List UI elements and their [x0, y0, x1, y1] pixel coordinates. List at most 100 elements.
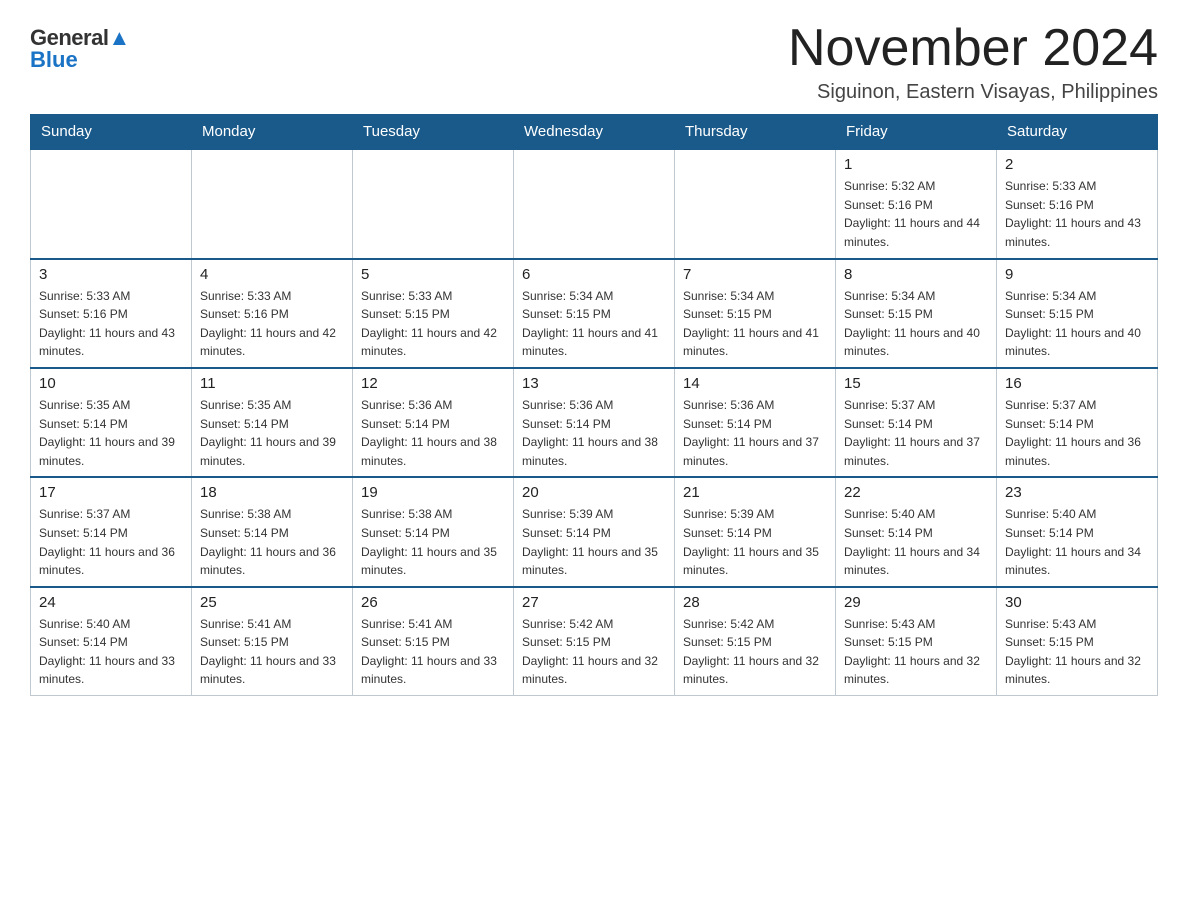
day-info: Sunrise: 5:37 AMSunset: 5:14 PMDaylight:…	[1005, 396, 1149, 470]
day-info: Sunrise: 5:38 AMSunset: 5:14 PMDaylight:…	[200, 505, 344, 579]
table-row: 15 Sunrise: 5:37 AMSunset: 5:14 PMDayligh…	[836, 368, 997, 477]
table-row: 2 Sunrise: 5:33 AMSunset: 5:16 PMDaylight…	[997, 149, 1158, 258]
table-row: 6 Sunrise: 5:34 AMSunset: 5:15 PMDaylight…	[514, 259, 675, 368]
day-number: 27	[522, 594, 666, 611]
col-friday: Friday	[836, 115, 997, 150]
day-number: 24	[39, 594, 183, 611]
table-row: 4 Sunrise: 5:33 AMSunset: 5:16 PMDaylight…	[192, 259, 353, 368]
logo-triangle-icon: ▲	[108, 25, 129, 50]
table-row: 18 Sunrise: 5:38 AMSunset: 5:14 PMDayligh…	[192, 477, 353, 586]
day-info: Sunrise: 5:39 AMSunset: 5:14 PMDaylight:…	[683, 505, 827, 579]
table-row: 28 Sunrise: 5:42 AMSunset: 5:15 PMDayligh…	[675, 587, 836, 696]
day-number: 12	[361, 375, 505, 392]
location-subtitle: Siguinon, Eastern Visayas, Philippines	[788, 81, 1158, 104]
table-row: 17Sunrise: 5:37 AMSunset: 5:14 PMDayligh…	[31, 477, 192, 586]
day-number: 21	[683, 484, 827, 501]
day-number: 8	[844, 266, 988, 283]
table-row: 24 Sunrise: 5:40 AMSunset: 5:14 PMDayligh…	[31, 587, 192, 696]
day-number: 11	[200, 375, 344, 392]
col-wednesday: Wednesday	[514, 115, 675, 150]
day-info: Sunrise: 5:34 AMSunset: 5:15 PMDaylight:…	[1005, 287, 1149, 361]
table-row: 5Sunrise: 5:33 AMSunset: 5:15 PMDaylight…	[353, 259, 514, 368]
day-number: 2	[1005, 156, 1149, 173]
day-info: Sunrise: 5:43 AMSunset: 5:15 PMDaylight:…	[844, 615, 988, 689]
day-number: 19	[361, 484, 505, 501]
day-number: 28	[683, 594, 827, 611]
day-info: Sunrise: 5:40 AMSunset: 5:14 PMDaylight:…	[844, 505, 988, 579]
page-header: General▲ Blue November 2024 Siguinon, Ea…	[30, 20, 1158, 104]
table-row: 13 Sunrise: 5:36 AMSunset: 5:14 PMDayligh…	[514, 368, 675, 477]
table-row: 27 Sunrise: 5:42 AMSunset: 5:15 PMDayligh…	[514, 587, 675, 696]
table-row: 12 Sunrise: 5:36 AMSunset: 5:14 PMDayligh…	[353, 368, 514, 477]
day-info: Sunrise: 5:42 AMSunset: 5:15 PMDaylight:…	[683, 615, 827, 689]
day-number: 23	[1005, 484, 1149, 501]
day-number: 30	[1005, 594, 1149, 611]
table-row	[675, 149, 836, 258]
day-info: Sunrise: 5:43 AMSunset: 5:15 PMDaylight:…	[1005, 615, 1149, 689]
logo: General▲ Blue	[30, 20, 130, 73]
day-info: Sunrise: 5:33 AMSunset: 5:16 PMDaylight:…	[200, 287, 344, 361]
calendar-table: Sunday Monday Tuesday Wednesday Thursday…	[30, 114, 1158, 696]
day-number: 7	[683, 266, 827, 283]
day-info: Sunrise: 5:38 AMSunset: 5:14 PMDaylight:…	[361, 505, 505, 579]
day-info: Sunrise: 5:36 AMSunset: 5:14 PMDaylight:…	[361, 396, 505, 470]
table-row: 25Sunrise: 5:41 AMSunset: 5:15 PMDayligh…	[192, 587, 353, 696]
day-info: Sunrise: 5:41 AMSunset: 5:15 PMDaylight:…	[200, 615, 344, 689]
table-row: 1Sunrise: 5:32 AMSunset: 5:16 PMDaylight…	[836, 149, 997, 258]
table-row: 8Sunrise: 5:34 AMSunset: 5:15 PMDaylight…	[836, 259, 997, 368]
calendar-week-5: 24 Sunrise: 5:40 AMSunset: 5:14 PMDayligh…	[31, 587, 1158, 696]
table-row: 14Sunrise: 5:36 AMSunset: 5:14 PMDayligh…	[675, 368, 836, 477]
table-row: 9Sunrise: 5:34 AMSunset: 5:15 PMDaylight…	[997, 259, 1158, 368]
col-thursday: Thursday	[675, 115, 836, 150]
calendar-week-1: 1Sunrise: 5:32 AMSunset: 5:16 PMDaylight…	[31, 149, 1158, 258]
day-number: 16	[1005, 375, 1149, 392]
day-info: Sunrise: 5:33 AMSunset: 5:15 PMDaylight:…	[361, 287, 505, 361]
table-row	[192, 149, 353, 258]
calendar-week-4: 17Sunrise: 5:37 AMSunset: 5:14 PMDayligh…	[31, 477, 1158, 586]
day-number: 10	[39, 375, 183, 392]
day-info: Sunrise: 5:37 AMSunset: 5:14 PMDaylight:…	[844, 396, 988, 470]
title-section: November 2024 Siguinon, Eastern Visayas,…	[788, 20, 1158, 104]
day-number: 15	[844, 375, 988, 392]
table-row: 22 Sunrise: 5:40 AMSunset: 5:14 PMDayligh…	[836, 477, 997, 586]
day-info: Sunrise: 5:36 AMSunset: 5:14 PMDaylight:…	[522, 396, 666, 470]
logo-blue-text: Blue	[30, 47, 78, 73]
table-row: 16 Sunrise: 5:37 AMSunset: 5:14 PMDayligh…	[997, 368, 1158, 477]
col-saturday: Saturday	[997, 115, 1158, 150]
table-row: 23 Sunrise: 5:40 AMSunset: 5:14 PMDayligh…	[997, 477, 1158, 586]
day-number: 6	[522, 266, 666, 283]
table-row: 19 Sunrise: 5:38 AMSunset: 5:14 PMDayligh…	[353, 477, 514, 586]
day-number: 22	[844, 484, 988, 501]
col-sunday: Sunday	[31, 115, 192, 150]
table-row	[31, 149, 192, 258]
table-row: 11Sunrise: 5:35 AMSunset: 5:14 PMDayligh…	[192, 368, 353, 477]
day-number: 20	[522, 484, 666, 501]
table-row: 26Sunrise: 5:41 AMSunset: 5:15 PMDayligh…	[353, 587, 514, 696]
day-info: Sunrise: 5:40 AMSunset: 5:14 PMDaylight:…	[39, 615, 183, 689]
day-info: Sunrise: 5:34 AMSunset: 5:15 PMDaylight:…	[522, 287, 666, 361]
day-info: Sunrise: 5:34 AMSunset: 5:15 PMDaylight:…	[683, 287, 827, 361]
table-row: 10 Sunrise: 5:35 AMSunset: 5:14 PMDayligh…	[31, 368, 192, 477]
calendar-header-row: Sunday Monday Tuesday Wednesday Thursday…	[31, 115, 1158, 150]
day-number: 26	[361, 594, 505, 611]
table-row: 30 Sunrise: 5:43 AMSunset: 5:15 PMDayligh…	[997, 587, 1158, 696]
day-info: Sunrise: 5:33 AMSunset: 5:16 PMDaylight:…	[1005, 177, 1149, 251]
day-number: 3	[39, 266, 183, 283]
day-info: Sunrise: 5:42 AMSunset: 5:15 PMDaylight:…	[522, 615, 666, 689]
day-number: 13	[522, 375, 666, 392]
month-year-title: November 2024	[788, 20, 1158, 77]
table-row: 29 Sunrise: 5:43 AMSunset: 5:15 PMDayligh…	[836, 587, 997, 696]
day-number: 1	[844, 156, 988, 173]
day-info: Sunrise: 5:40 AMSunset: 5:14 PMDaylight:…	[1005, 505, 1149, 579]
day-info: Sunrise: 5:39 AMSunset: 5:14 PMDaylight:…	[522, 505, 666, 579]
day-number: 29	[844, 594, 988, 611]
day-info: Sunrise: 5:36 AMSunset: 5:14 PMDaylight:…	[683, 396, 827, 470]
table-row: 3 Sunrise: 5:33 AMSunset: 5:16 PMDaylight…	[31, 259, 192, 368]
day-info: Sunrise: 5:35 AMSunset: 5:14 PMDaylight:…	[39, 396, 183, 470]
day-info: Sunrise: 5:33 AMSunset: 5:16 PMDaylight:…	[39, 287, 183, 361]
table-row: 7 Sunrise: 5:34 AMSunset: 5:15 PMDaylight…	[675, 259, 836, 368]
day-number: 18	[200, 484, 344, 501]
day-number: 4	[200, 266, 344, 283]
table-row	[514, 149, 675, 258]
col-tuesday: Tuesday	[353, 115, 514, 150]
